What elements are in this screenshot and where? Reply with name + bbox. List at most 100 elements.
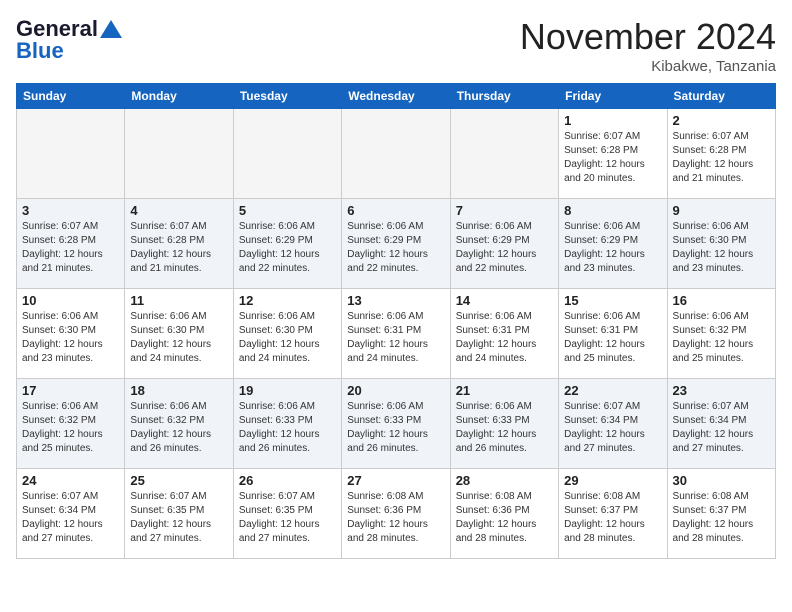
day-number: 4 — [130, 203, 227, 218]
day-number: 25 — [130, 473, 227, 488]
day-number: 23 — [673, 383, 770, 398]
calendar-week-row: 24 Sunrise: 6:07 AM Sunset: 6:34 PM Dayli… — [17, 469, 776, 559]
calendar-week-row: 10 Sunrise: 6:06 AM Sunset: 6:30 PM Dayli… — [17, 289, 776, 379]
day-number: 14 — [456, 293, 553, 308]
day-info: Sunrise: 6:06 AM Sunset: 6:31 PM Dayligh… — [456, 310, 553, 366]
calendar-cell: 15 Sunrise: 6:06 AM Sunset: 6:31 PM Dayli… — [559, 289, 667, 379]
calendar-cell: 13 Sunrise: 6:06 AM Sunset: 6:31 PM Dayli… — [342, 289, 450, 379]
day-info: Sunrise: 6:08 AM Sunset: 6:36 PM Dayligh… — [347, 490, 444, 546]
calendar-cell: 21 Sunrise: 6:06 AM Sunset: 6:33 PM Dayli… — [450, 379, 558, 469]
day-info: Sunrise: 6:06 AM Sunset: 6:29 PM Dayligh… — [239, 220, 336, 276]
day-number: 18 — [130, 383, 227, 398]
day-info: Sunrise: 6:07 AM Sunset: 6:35 PM Dayligh… — [239, 490, 336, 546]
day-number: 7 — [456, 203, 553, 218]
calendar-cell: 16 Sunrise: 6:06 AM Sunset: 6:32 PM Dayli… — [667, 289, 775, 379]
calendar-cell: 30Sunrise: 6:08 AM Sunset: 6:37 PM Dayli… — [667, 469, 775, 559]
day-number: 30 — [673, 473, 770, 488]
col-header-saturday: Saturday — [667, 84, 775, 109]
col-header-friday: Friday — [559, 84, 667, 109]
day-info: Sunrise: 6:07 AM Sunset: 6:34 PM Dayligh… — [673, 400, 770, 456]
day-number: 24 — [22, 473, 119, 488]
calendar-week-row: 17 Sunrise: 6:06 AM Sunset: 6:32 PM Dayli… — [17, 379, 776, 469]
calendar-header-row: SundayMondayTuesdayWednesdayThursdayFrid… — [17, 84, 776, 109]
page-header: General Blue November 2024 Kibakwe, Tanz… — [16, 16, 776, 75]
calendar-week-row: 1 Sunrise: 6:07 AM Sunset: 6:28 PM Daylig… — [17, 109, 776, 199]
calendar-cell: 14 Sunrise: 6:06 AM Sunset: 6:31 PM Dayli… — [450, 289, 558, 379]
day-info: Sunrise: 6:07 AM Sunset: 6:34 PM Dayligh… — [564, 400, 661, 456]
calendar-cell: 8 Sunrise: 6:06 AM Sunset: 6:29 PM Daylig… — [559, 199, 667, 289]
day-info: Sunrise: 6:06 AM Sunset: 6:31 PM Dayligh… — [564, 310, 661, 366]
calendar-cell: 23 Sunrise: 6:07 AM Sunset: 6:34 PM Dayli… — [667, 379, 775, 469]
calendar-cell — [17, 109, 125, 199]
calendar-cell: 19Sunrise: 6:06 AM Sunset: 6:33 PM Dayli… — [233, 379, 341, 469]
day-info: Sunrise: 6:06 AM Sunset: 6:29 PM Dayligh… — [564, 220, 661, 276]
title-area: November 2024 Kibakwe, Tanzania — [520, 16, 776, 75]
day-number: 2 — [673, 113, 770, 128]
day-info: Sunrise: 6:06 AM Sunset: 6:30 PM Dayligh… — [22, 310, 119, 366]
day-info: Sunrise: 6:06 AM Sunset: 6:33 PM Dayligh… — [239, 400, 336, 456]
day-number: 8 — [564, 203, 661, 218]
calendar-cell — [450, 109, 558, 199]
day-number: 6 — [347, 203, 444, 218]
day-info: Sunrise: 6:07 AM Sunset: 6:35 PM Dayligh… — [130, 490, 227, 546]
day-info: Sunrise: 6:06 AM Sunset: 6:33 PM Dayligh… — [456, 400, 553, 456]
calendar-cell: 6 Sunrise: 6:06 AM Sunset: 6:29 PM Daylig… — [342, 199, 450, 289]
calendar-cell: 18 Sunrise: 6:06 AM Sunset: 6:32 PM Dayli… — [125, 379, 233, 469]
calendar-cell: 29 Sunrise: 6:08 AM Sunset: 6:37 PM Dayli… — [559, 469, 667, 559]
day-number: 22 — [564, 383, 661, 398]
logo-triangle-icon — [100, 20, 122, 38]
calendar-cell: 5Sunrise: 6:06 AM Sunset: 6:29 PM Daylig… — [233, 199, 341, 289]
day-info: Sunrise: 6:06 AM Sunset: 6:33 PM Dayligh… — [347, 400, 444, 456]
day-number: 9 — [673, 203, 770, 218]
day-info: Sunrise: 6:07 AM Sunset: 6:28 PM Dayligh… — [564, 130, 661, 186]
day-number: 10 — [22, 293, 119, 308]
calendar-cell: 28 Sunrise: 6:08 AM Sunset: 6:36 PM Dayli… — [450, 469, 558, 559]
day-info: Sunrise: 6:06 AM Sunset: 6:32 PM Dayligh… — [22, 400, 119, 456]
day-info: Sunrise: 6:06 AM Sunset: 6:30 PM Dayligh… — [130, 310, 227, 366]
day-number: 3 — [22, 203, 119, 218]
day-number: 17 — [22, 383, 119, 398]
calendar-cell: 2 Sunrise: 6:07 AM Sunset: 6:28 PM Daylig… — [667, 109, 775, 199]
calendar-cell — [233, 109, 341, 199]
calendar-cell: 25 Sunrise: 6:07 AM Sunset: 6:35 PM Dayli… — [125, 469, 233, 559]
day-info: Sunrise: 6:06 AM Sunset: 6:32 PM Dayligh… — [130, 400, 227, 456]
day-info: Sunrise: 6:07 AM Sunset: 6:28 PM Dayligh… — [130, 220, 227, 276]
col-header-tuesday: Tuesday — [233, 84, 341, 109]
day-info: Sunrise: 6:08 AM Sunset: 6:36 PM Dayligh… — [456, 490, 553, 546]
calendar-cell: 24 Sunrise: 6:07 AM Sunset: 6:34 PM Dayli… — [17, 469, 125, 559]
day-number: 16 — [673, 293, 770, 308]
calendar-cell: 12 Sunrise: 6:06 AM Sunset: 6:30 PM Dayli… — [233, 289, 341, 379]
day-number: 27 — [347, 473, 444, 488]
day-info: Sunrise: 6:06 AM Sunset: 6:31 PM Dayligh… — [347, 310, 444, 366]
day-info: Sunrise: 6:06 AM Sunset: 6:32 PM Dayligh… — [673, 310, 770, 366]
location: Kibakwe, Tanzania — [520, 58, 776, 75]
day-number: 15 — [564, 293, 661, 308]
day-number: 29 — [564, 473, 661, 488]
calendar-cell: 4 Sunrise: 6:07 AM Sunset: 6:28 PM Daylig… — [125, 199, 233, 289]
col-header-wednesday: Wednesday — [342, 84, 450, 109]
calendar-cell: 27 Sunrise: 6:08 AM Sunset: 6:36 PM Dayli… — [342, 469, 450, 559]
logo-blue: Blue — [16, 38, 64, 64]
calendar-table: SundayMondayTuesdayWednesdayThursdayFrid… — [16, 83, 776, 559]
calendar-cell: 3 Sunrise: 6:07 AM Sunset: 6:28 PM Daylig… — [17, 199, 125, 289]
day-number: 21 — [456, 383, 553, 398]
day-number: 28 — [456, 473, 553, 488]
col-header-sunday: Sunday — [17, 84, 125, 109]
day-info: Sunrise: 6:06 AM Sunset: 6:30 PM Dayligh… — [239, 310, 336, 366]
calendar-cell: 9Sunrise: 6:06 AM Sunset: 6:30 PM Daylig… — [667, 199, 775, 289]
day-info: Sunrise: 6:07 AM Sunset: 6:34 PM Dayligh… — [22, 490, 119, 546]
day-number: 12 — [239, 293, 336, 308]
day-number: 1 — [564, 113, 661, 128]
day-number: 13 — [347, 293, 444, 308]
day-number: 20 — [347, 383, 444, 398]
calendar-cell — [125, 109, 233, 199]
day-info: Sunrise: 6:07 AM Sunset: 6:28 PM Dayligh… — [22, 220, 119, 276]
col-header-monday: Monday — [125, 84, 233, 109]
day-info: Sunrise: 6:07 AM Sunset: 6:28 PM Dayligh… — [673, 130, 770, 186]
calendar-cell: 1 Sunrise: 6:07 AM Sunset: 6:28 PM Daylig… — [559, 109, 667, 199]
calendar-cell: 17 Sunrise: 6:06 AM Sunset: 6:32 PM Dayli… — [17, 379, 125, 469]
logo: General Blue — [16, 16, 122, 64]
calendar-cell: 20 Sunrise: 6:06 AM Sunset: 6:33 PM Dayli… — [342, 379, 450, 469]
day-info: Sunrise: 6:08 AM Sunset: 6:37 PM Dayligh… — [564, 490, 661, 546]
day-info: Sunrise: 6:06 AM Sunset: 6:29 PM Dayligh… — [347, 220, 444, 276]
